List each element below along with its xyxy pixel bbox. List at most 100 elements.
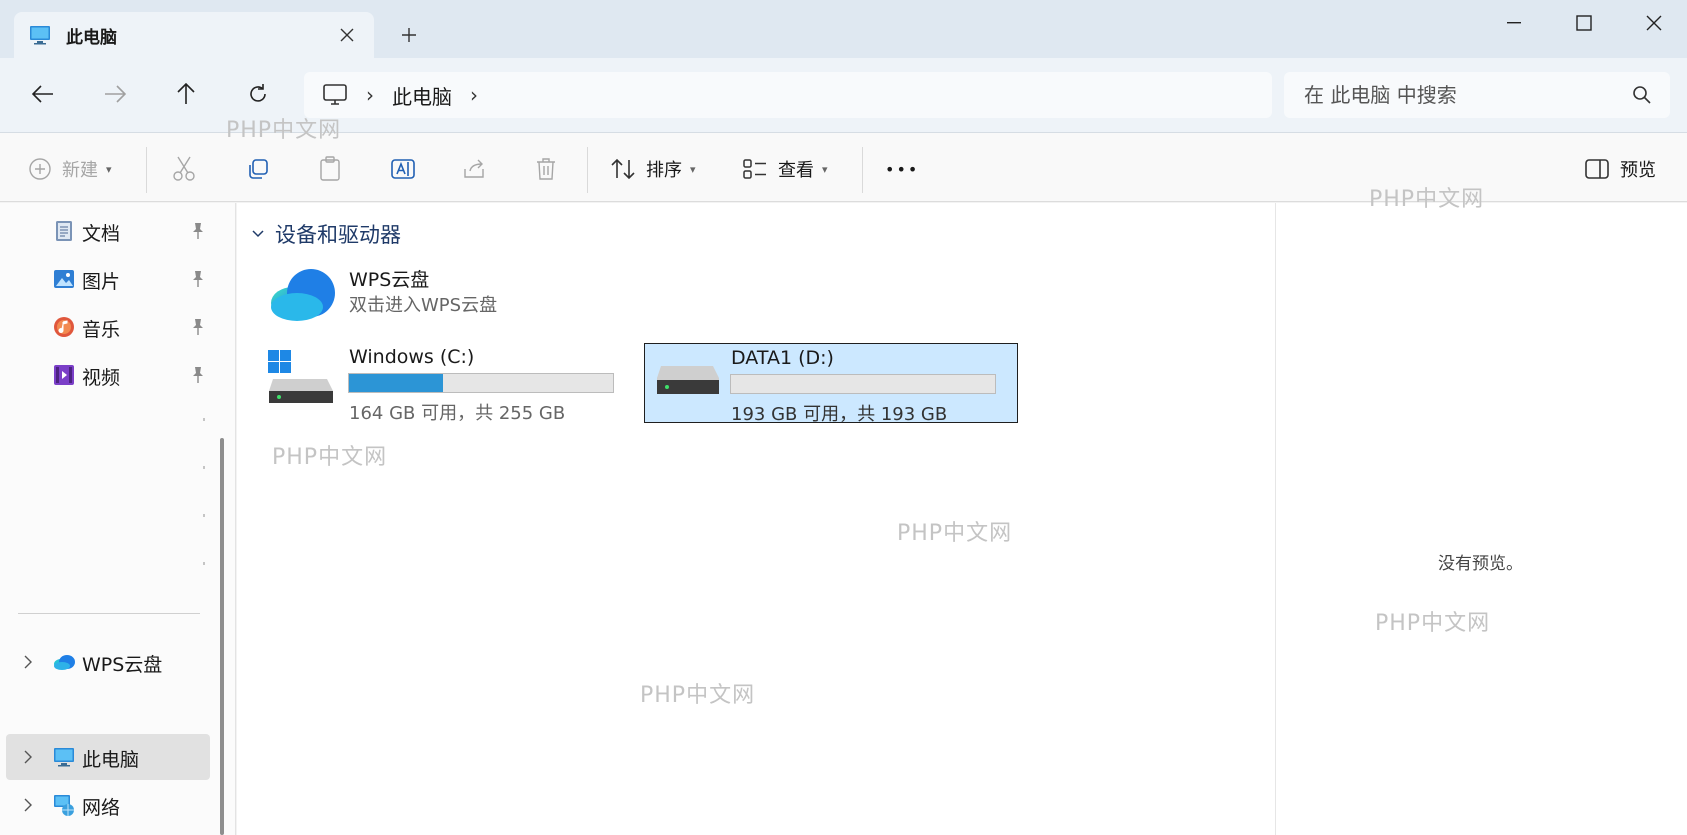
address-bar[interactable]: › 此电脑 › [304,72,1272,118]
watermark: PHP中文网 [1375,611,1491,636]
preview-pane: 没有预览。 PHP中文网 PHP中文网 [1275,187,1687,835]
pictures-icon [54,270,74,288]
tab-title: 此电脑 [66,27,117,48]
delete-button[interactable] [535,151,557,187]
search-box[interactable] [1284,72,1670,118]
minimize-icon [1507,22,1521,24]
sidebar-item-wps-cloud[interactable]: WPS云盘 [0,639,212,685]
new-button[interactable]: 新建 ▾ [28,151,112,187]
no-preview-text: 没有预览。 [1438,554,1523,574]
sort-icon [611,158,635,180]
share-button[interactable] [462,151,486,187]
maximize-icon [1576,15,1592,31]
windows-drive-icon [268,350,333,403]
sort-button[interactable]: 排序 ▾ [610,151,696,187]
chevron-right-icon[interactable]: › [470,83,478,107]
chevron-right-icon[interactable] [22,654,34,670]
maximize-button[interactable] [1554,6,1614,40]
search-input[interactable] [1304,83,1624,107]
video-icon [54,365,74,385]
hard-drive-icon [657,366,719,394]
plus-circle-icon [29,158,51,180]
sidebar-item-documents[interactable]: 文档 [0,208,212,254]
minimize-button[interactable] [1484,6,1544,40]
breadcrumb-this-pc[interactable]: 此电脑 [392,81,452,110]
arrow-up-icon [177,83,195,104]
chevron-down-icon: ▾ [690,162,696,176]
chevron-right-icon[interactable] [22,797,34,813]
chevron-right-icon[interactable] [22,749,34,765]
cloud-icon [271,269,335,321]
copy-button[interactable] [246,151,270,187]
refresh-button[interactable] [238,74,278,114]
sidebar-item-network[interactable]: 网络 [0,782,212,828]
usage-bar [730,374,996,394]
watermark: PHP中文网 [640,683,756,708]
close-icon [340,28,354,42]
divider [862,147,863,193]
music-icon [54,317,74,337]
pin-icon[interactable] [190,270,206,288]
forward-button[interactable] [95,74,135,114]
paste-button[interactable] [318,151,342,187]
up-button[interactable] [166,74,206,114]
rename-icon [391,159,415,179]
trash-icon [537,158,555,180]
title-bar: 此电脑 [0,0,1687,58]
scissors-icon [173,156,195,181]
sidebar-scrollbar[interactable] [220,438,224,835]
sidebar-item-this-pc[interactable]: 此电脑 [6,734,210,780]
view-button[interactable]: 查看 ▾ [742,151,828,187]
monitor-icon [323,84,347,105]
watermark: PHP中文网 [1369,187,1485,212]
usage-bar [348,373,614,393]
sidebar-item-pictures[interactable]: 图片 [0,256,212,302]
arrow-left-icon [32,85,53,103]
new-tab-button[interactable] [392,18,426,52]
chevron-down-icon: ▾ [822,162,828,176]
close-tab-button[interactable] [334,22,360,48]
chevron-down-icon: ▾ [106,162,112,176]
chevron-right-icon[interactable]: › [366,83,374,107]
drive-d[interactable]: DATA1 (D:) 193 GB 可用，共 193 GB [644,343,1018,425]
computer-icon [30,26,50,45]
back-button[interactable] [23,74,63,114]
preview-pane-icon [1585,159,1609,179]
copy-icon [249,159,268,179]
section-header-devices[interactable]: 设备和驱动器 [251,219,401,249]
chevron-down-icon [252,230,264,238]
pin-icon[interactable] [190,366,206,384]
navigation-pane: 文档 图片 音乐 视频 WPS云盘 此电脑 网络 [0,203,236,835]
tab-this-pc[interactable]: 此电脑 [14,12,374,58]
document-icon [56,221,72,241]
file-list: 设备和驱动器 WPS云盘 双击进入WPS云盘 Windows (C:) 164 … [237,203,1275,835]
preview-pane-button[interactable]: 预览 [1584,151,1656,187]
more-icon: ••• [885,159,920,179]
watermark: PHP中文网 [897,521,1013,546]
close-window-button[interactable] [1624,6,1684,40]
cut-button[interactable] [172,151,196,187]
watermark: PHP中文网 [272,445,388,470]
more-options-button[interactable]: ••• [885,151,919,187]
drive-wps-cloud[interactable]: WPS云盘 双击进入WPS云盘 [267,263,587,327]
divider [203,418,205,421]
usage-bar-fill [349,374,444,392]
clipboard-icon [320,156,340,181]
search-icon[interactable] [1632,85,1652,105]
sidebar-divider [18,613,200,614]
sidebar-item-videos[interactable]: 视频 [0,352,212,398]
view-list-icon [743,159,766,179]
sidebar-item-music[interactable]: 音乐 [0,304,212,350]
divider [587,147,588,193]
pin-icon[interactable] [190,222,206,240]
close-icon [1646,15,1662,31]
divider [203,466,205,469]
refresh-icon [250,84,266,102]
computer-icon [54,748,74,767]
divider [203,514,205,517]
rename-button[interactable] [390,151,416,187]
watermark: PHP中文网 [226,118,342,143]
share-icon [464,159,484,178]
network-icon [54,795,74,816]
pin-icon[interactable] [190,318,206,336]
